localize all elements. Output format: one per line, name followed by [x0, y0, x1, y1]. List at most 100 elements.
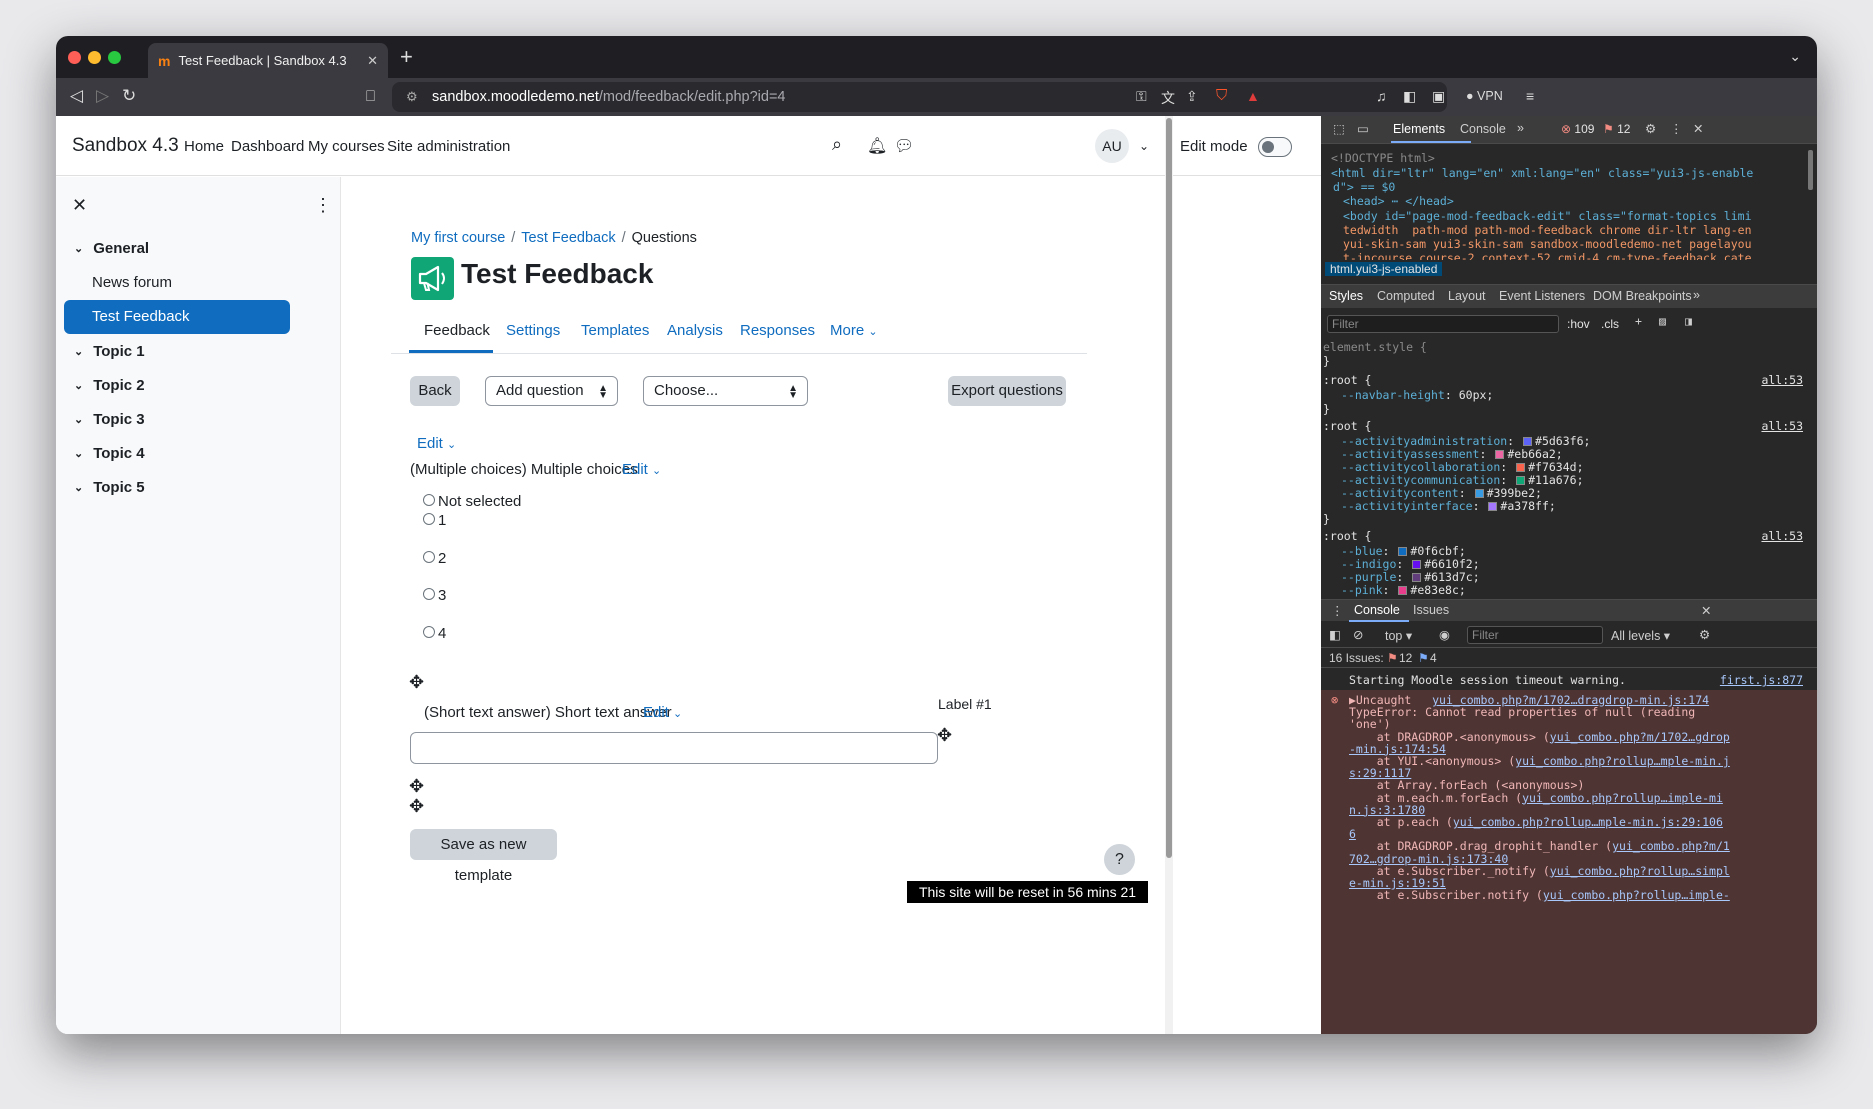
styles-filter-input[interactable]: Filter — [1327, 315, 1559, 333]
sidebar-toggle-icon[interactable]: ◨ — [1685, 314, 1692, 328]
rule-source-link[interactable]: all:53 — [1761, 373, 1803, 387]
chevron-down-icon[interactable]: ⌄ — [1139, 139, 1149, 153]
tab-styles[interactable]: Styles — [1329, 289, 1363, 303]
close-tab-icon[interactable]: ✕ — [367, 53, 378, 69]
kebab-menu-icon[interactable]: ⋮ — [1331, 603, 1344, 618]
tab-responses[interactable]: Responses — [740, 322, 815, 339]
rule-source-link[interactable]: all:53 — [1761, 529, 1803, 543]
short-text-input[interactable] — [410, 732, 938, 764]
context-selector[interactable]: top ▾ — [1385, 628, 1412, 643]
css-property[interactable]: --purple: #613d7c; — [1341, 570, 1480, 584]
html-node[interactable]: <html dir="ltr" lang="en" xml:lang="en" … — [1331, 166, 1753, 180]
radio-option-1[interactable] — [423, 513, 435, 525]
radio-not-selected[interactable] — [423, 494, 435, 506]
cls-toggle[interactable]: .cls — [1601, 317, 1619, 331]
tab-dom-breakpoints[interactable]: DOM Breakpoints — [1593, 289, 1692, 303]
close-icon[interactable]: ✕ — [1701, 603, 1711, 618]
nav-my-courses[interactable]: My courses — [308, 138, 385, 155]
nav-dashboard[interactable]: Dashboard — [231, 138, 304, 155]
chevron-down-icon[interactable]: ⌄ — [74, 447, 83, 460]
back-button[interactable]: Back — [410, 376, 460, 406]
console-filter-input[interactable]: Filter — [1467, 626, 1603, 644]
new-tab-icon[interactable]: + — [400, 44, 413, 70]
share-icon[interactable]: ⇪ — [1186, 88, 1198, 105]
tab-elements[interactable]: Elements — [1393, 122, 1445, 136]
chevron-down-icon[interactable]: ⌄ — [1789, 48, 1801, 65]
kebab-menu-icon[interactable]: ⋮ — [314, 195, 332, 216]
add-question-select[interactable]: Add question ▲ ▼ — [485, 376, 618, 406]
stack-source-link[interactable]: yui_combo.php?m/1 — [1612, 839, 1730, 853]
nav-site-administration[interactable]: Site administration — [387, 138, 510, 155]
color-swatch[interactable] — [1412, 560, 1422, 569]
more-tabs-icon[interactable]: » — [1517, 121, 1524, 135]
more-tabs-icon[interactable]: » — [1693, 288, 1700, 302]
chevron-down-icon[interactable]: ⌄ — [74, 481, 83, 494]
close-icon[interactable]: ✕ — [1693, 121, 1703, 136]
tab-templates[interactable]: Templates — [581, 322, 649, 339]
edit-mode-toggle[interactable] — [1258, 137, 1292, 157]
color-swatch[interactable] — [1412, 573, 1422, 582]
radio-option-2[interactable] — [423, 551, 435, 563]
section-topic-2[interactable]: ⌄ Topic 2 — [74, 377, 145, 394]
selected-crumb[interactable]: html.yui3-js-enabled — [1325, 262, 1443, 276]
nav-home[interactable]: Home — [184, 138, 224, 155]
error-count[interactable]: ⊗ 109 — [1561, 122, 1594, 136]
move-icon[interactable]: ✥ — [409, 797, 424, 815]
css-property[interactable]: --activitycollaboration: #f7634d; — [1341, 460, 1584, 474]
tab-event-listeners[interactable]: Event Listeners — [1499, 289, 1585, 303]
eye-icon[interactable]: ◉ — [1439, 627, 1450, 642]
drawer-item-news-forum[interactable]: News forum — [92, 274, 172, 291]
bell-icon[interactable]: 🔔︎ — [867, 136, 887, 156]
chevron-down-icon[interactable]: ⌄ — [74, 413, 83, 426]
color-swatch[interactable] — [1495, 450, 1505, 459]
chevron-down-icon[interactable]: ⌄ — [74, 242, 83, 255]
section-topic-3[interactable]: ⌄ Topic 3 — [74, 411, 145, 428]
chevron-down-icon[interactable]: ⌄ — [74, 345, 83, 358]
css-property[interactable]: --activityassessment: #eb66a2; — [1341, 447, 1563, 461]
url-field[interactable]: ⚙ sandbox.moodledemo.net/mod/feedback/ed… — [392, 82, 1447, 112]
brave-rewards-icon[interactable]: ▲ — [1246, 88, 1260, 104]
search-icon[interactable]: ⌕ — [832, 134, 842, 155]
drawer-tab-issues[interactable]: Issues — [1413, 603, 1449, 617]
export-questions-button[interactable]: Export questions — [948, 376, 1066, 406]
tab-more[interactable]: More ⌄ — [830, 322, 878, 339]
stack-source-link[interactable]: yui_combo.php?rollup…imple-mi — [1522, 791, 1723, 805]
wallet-icon[interactable]: ▣ — [1432, 88, 1445, 105]
stack-source-link[interactable]: yui_combo.php?rollup…simpl — [1550, 864, 1730, 878]
tab-computed[interactable]: Computed — [1377, 289, 1435, 303]
tab-settings[interactable]: Settings — [506, 322, 560, 339]
stack-source-link[interactable]: yui_combo.php?rollup…mple-min.js:29:106 — [1453, 815, 1723, 829]
move-icon[interactable]: ✥ — [409, 673, 424, 691]
inspect-icon[interactable]: ⬚ — [1333, 121, 1345, 136]
section-general[interactable]: ⌄ General — [74, 240, 149, 257]
page-scrollbar[interactable] — [1165, 116, 1173, 1034]
move-icon[interactable]: ✥ — [937, 726, 952, 744]
css-property[interactable]: --activityinterface: #a378ff; — [1341, 499, 1556, 513]
key-icon[interactable]: ⚿ — [1136, 88, 1147, 105]
drawer-item-test-feedback[interactable]: Test Feedback — [64, 300, 290, 334]
color-swatch[interactable] — [1474, 489, 1484, 498]
elements-scrollbar[interactable] — [1808, 150, 1813, 190]
kebab-menu-icon[interactable]: ⋮ — [1670, 121, 1683, 136]
root-rule-selector[interactable]: :root { — [1323, 529, 1371, 543]
brave-shield-icon[interactable]: ⛉ — [1216, 87, 1227, 104]
root-rule-selector[interactable]: :root { — [1323, 419, 1371, 433]
warning-count[interactable]: ⚑ 12 — [1603, 122, 1630, 136]
css-property[interactable]: --activitycommunication: #11a676; — [1341, 473, 1584, 487]
sidebar-toggle-icon[interactable]: ◧ — [1329, 627, 1341, 642]
rule-source-link[interactable]: all:53 — [1761, 419, 1803, 433]
template-choose-select[interactable]: Choose... ▲ ▼ — [643, 376, 808, 406]
element-style-rule[interactable]: element.style { — [1323, 340, 1427, 354]
head-node[interactable]: <head> ⋯ </head> — [1343, 194, 1454, 208]
sidebar-icon[interactable]: ◧ — [1403, 88, 1416, 105]
css-property[interactable]: --blue: #0f6cbf; — [1341, 544, 1466, 558]
root-rule-selector[interactable]: :root { — [1323, 373, 1371, 387]
device-toolbar-icon[interactable]: ▭ — [1357, 121, 1369, 136]
music-icon[interactable]: ♫ — [1376, 88, 1387, 104]
section-topic-4[interactable]: ⌄ Topic 4 — [74, 445, 145, 462]
hov-toggle[interactable]: :hov — [1567, 317, 1590, 331]
tab-console[interactable]: Console — [1460, 122, 1506, 136]
drawer-tab-console[interactable]: Console — [1354, 603, 1400, 617]
breadcrumb-activity[interactable]: Test Feedback — [521, 230, 615, 246]
bookmark-icon[interactable]: ⎕ — [366, 88, 375, 105]
